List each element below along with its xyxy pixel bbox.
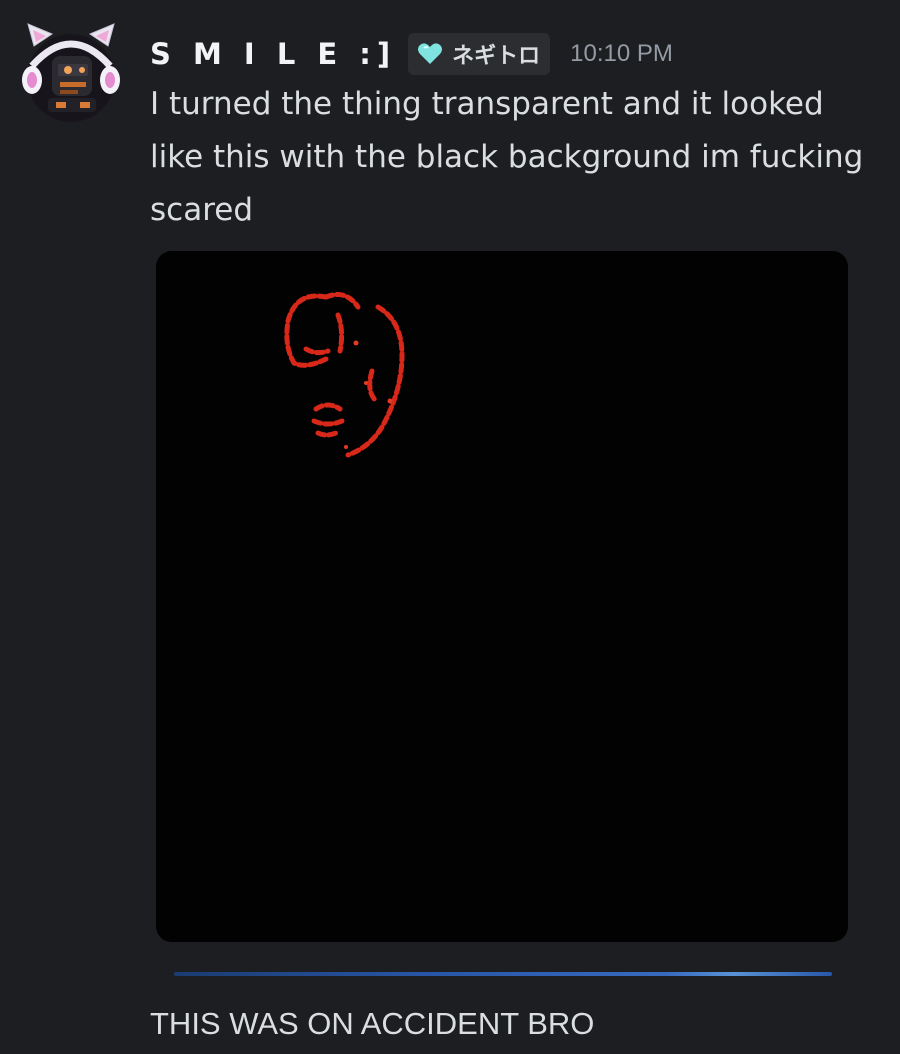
message-header: S M I L E :] ネギトロ 10:10 PM bbox=[150, 32, 673, 76]
role-tag[interactable]: ネギトロ bbox=[408, 33, 551, 75]
embed-separator bbox=[174, 972, 832, 976]
username[interactable]: S M I L E :] bbox=[150, 37, 396, 71]
heart-icon bbox=[418, 43, 443, 64]
message-text: I turned the thing transparent and it lo… bbox=[150, 86, 864, 228]
avatar[interactable] bbox=[20, 20, 122, 122]
chat-message: S M I L E :] ネギトロ 10:10 PM I turned the … bbox=[0, 0, 900, 1054]
robot-headphones-avatar-icon bbox=[22, 23, 120, 122]
attachment-image bbox=[156, 251, 848, 942]
image-attachment[interactable] bbox=[156, 251, 848, 942]
role-tag-label: ネギトロ bbox=[452, 44, 541, 69]
next-message-text: THIS WAS ON ACCIDENT BRO bbox=[150, 1006, 595, 1041]
timestamp[interactable]: 10:10 PM bbox=[570, 40, 673, 68]
